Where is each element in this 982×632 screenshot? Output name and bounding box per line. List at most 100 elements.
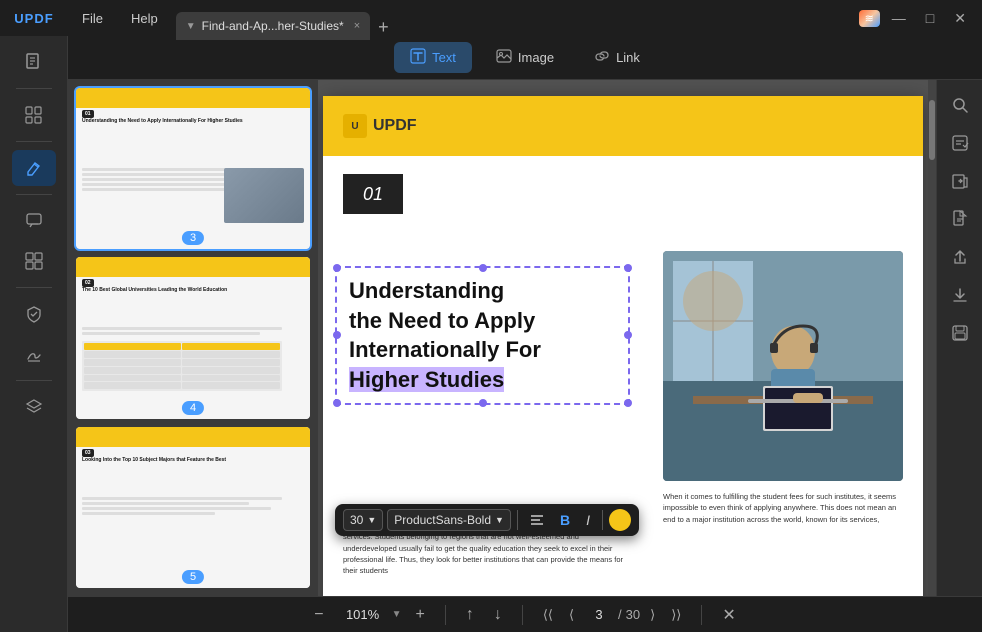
sidebar-layers-icon[interactable] <box>12 389 56 425</box>
scroll-up-button[interactable]: ↑ <box>460 602 480 628</box>
pdf-side-image <box>663 251 903 481</box>
maximize-button[interactable]: □ <box>918 6 942 30</box>
sidebar-protect-icon[interactable] <box>12 296 56 332</box>
align-icon <box>530 513 544 527</box>
text-tool-button[interactable]: Text <box>394 42 472 73</box>
selection-handle-tr[interactable] <box>624 264 632 272</box>
align-button[interactable] <box>524 509 550 531</box>
heading-text-block: Understanding the Need to Apply Internat… <box>337 268 628 403</box>
bb-separator-3 <box>701 605 702 625</box>
title-bar: UPDF File Help ▼ Find-and-Ap...her-Studi… <box>0 0 982 36</box>
current-page-input[interactable] <box>584 607 614 622</box>
rs-search-icon[interactable] <box>943 88 977 122</box>
zoom-dropdown-arrow[interactable]: ▼ <box>392 609 402 620</box>
pdf-page-number-text: 01 <box>363 184 383 205</box>
italic-button[interactable]: I <box>580 508 596 532</box>
rs-file-icon[interactable] <box>943 202 977 236</box>
thumb-img-5: 03 Looking Into the Top 10 Subject Major… <box>76 427 310 588</box>
thumb-yellow-bar-4 <box>76 257 310 277</box>
thumb-lines-5 <box>82 497 304 515</box>
tab-bar: ▼ Find-and-Ap...her-Studies* × + <box>172 0 859 36</box>
file-menu[interactable]: File <box>68 0 117 36</box>
minimize-button[interactable]: — <box>884 6 914 30</box>
thumb-title-3: Understanding the Need to Apply Internat… <box>82 118 304 125</box>
edit-toolbar: Text Image <box>68 36 982 80</box>
thumbnail-page-5[interactable]: 03 Looking Into the Top 10 Subject Major… <box>76 427 310 588</box>
sidebar-edit-icon[interactable] <box>12 150 56 186</box>
thumb-badge-5: 03 <box>82 449 94 457</box>
thumb-badge-4: 02 <box>82 279 94 287</box>
rs-extract-icon[interactable] <box>943 164 977 198</box>
close-window-button[interactable]: ✕ <box>946 6 974 31</box>
font-size-value: 30 <box>350 513 363 527</box>
close-bottom-button[interactable]: ✕ <box>716 601 741 629</box>
selection-handle-tm[interactable] <box>479 264 487 272</box>
text-tool-label: Text <box>432 50 456 65</box>
link-tool-button[interactable]: Link <box>578 42 656 73</box>
right-sidebar <box>936 80 982 596</box>
vertical-scrollbar[interactable] <box>928 80 936 596</box>
font-size-select[interactable]: 30 ▼ <box>343 509 383 531</box>
sidebar-divider-2 <box>16 141 52 142</box>
bottom-bar: − 101% ▼ + ↑ ↓ ⟨⟨ ⟨ / 30 ⟩ ⟩⟩ ✕ <box>68 596 982 632</box>
prev-page-button[interactable]: ⟨ <box>563 603 580 627</box>
total-pages: 30 <box>626 607 640 622</box>
selection-handle-br[interactable] <box>624 399 632 407</box>
rs-download-icon[interactable] <box>943 278 977 312</box>
wave-feature-icon[interactable]: ≋ <box>859 10 880 27</box>
thumb-img-4: 02 The 10 Best Global Universities Leadi… <box>76 257 310 418</box>
rs-share-icon[interactable] <box>943 240 977 274</box>
rs-ocr-icon[interactable] <box>943 126 977 160</box>
sidebar-comment-icon[interactable] <box>12 203 56 239</box>
text-color-button[interactable] <box>609 509 631 531</box>
bb-separator-2 <box>522 605 523 625</box>
bold-button[interactable]: B <box>554 508 576 532</box>
zoom-in-button[interactable]: + <box>409 602 430 628</box>
tab-close-button[interactable]: × <box>354 20 360 32</box>
font-family-name: ProductSans-Bold <box>394 513 491 527</box>
menu-bar: File Help <box>68 0 172 36</box>
person-svg <box>663 251 903 481</box>
selection-handle-ml[interactable] <box>333 331 341 339</box>
sidebar-thumbnail-icon[interactable] <box>12 97 56 133</box>
scrollbar-thumb[interactable] <box>929 100 935 160</box>
selection-handle-bm[interactable] <box>479 399 487 407</box>
zoom-out-button[interactable]: − <box>308 602 329 628</box>
thumb-yellow-bar-5 <box>76 427 310 447</box>
help-menu[interactable]: Help <box>117 0 172 36</box>
sidebar-document-icon[interactable] <box>12 44 56 80</box>
pdf-page: U UPDF 01 <box>323 96 923 596</box>
selection-handle-tl[interactable] <box>333 264 341 272</box>
pdf-viewer[interactable]: U UPDF 01 <box>318 80 928 596</box>
ft-separator-2 <box>602 510 603 530</box>
thumb-img-3: 01 Understanding the Need to Apply Inter… <box>76 88 310 249</box>
new-tab-button[interactable]: + <box>370 17 397 38</box>
image-tool-button[interactable]: Image <box>480 42 570 73</box>
rs-save-icon[interactable] <box>943 316 977 350</box>
heading-line1: Understanding the Need to Apply Internat… <box>349 276 616 395</box>
scroll-down-button[interactable]: ↓ <box>488 602 508 628</box>
first-page-button[interactable]: ⟨⟨ <box>537 603 559 627</box>
sidebar-sign-icon[interactable] <box>12 336 56 372</box>
thumb-table-4 <box>82 327 304 391</box>
thumbnail-page-3[interactable]: 01 Understanding the Need to Apply Inter… <box>76 88 310 249</box>
last-page-button[interactable]: ⟩⟩ <box>665 603 687 627</box>
link-tool-icon <box>594 48 610 67</box>
sidebar-organize-icon[interactable] <box>12 243 56 279</box>
zoom-value: 101% <box>338 607 388 622</box>
selection-handle-bl[interactable] <box>333 399 341 407</box>
text-selection-box[interactable]: Understanding the Need to Apply Internat… <box>335 266 630 405</box>
thumbnail-panel: 01 Understanding the Need to Apply Inter… <box>68 80 318 596</box>
thumb-yellow-bar-3 <box>76 88 310 108</box>
next-page-button[interactable]: ⟩ <box>644 603 661 627</box>
sidebar-divider-4 <box>16 287 52 288</box>
selection-handle-mr[interactable] <box>624 331 632 339</box>
font-family-select[interactable]: ProductSans-Bold ▼ <box>387 509 511 531</box>
thumb-badge-3: 01 <box>82 110 94 118</box>
active-tab[interactable]: ▼ Find-and-Ap...her-Studies* × <box>176 12 370 40</box>
content-area: 01 Understanding the Need to Apply Inter… <box>68 80 982 596</box>
pdf-page-number-box: 01 <box>343 174 403 214</box>
thumb-title-4: The 10 Best Global Universities Leading … <box>82 287 304 294</box>
tab-dropdown-icon[interactable]: ▼ <box>186 21 196 32</box>
thumbnail-page-4[interactable]: 02 The 10 Best Global Universities Leadi… <box>76 257 310 418</box>
